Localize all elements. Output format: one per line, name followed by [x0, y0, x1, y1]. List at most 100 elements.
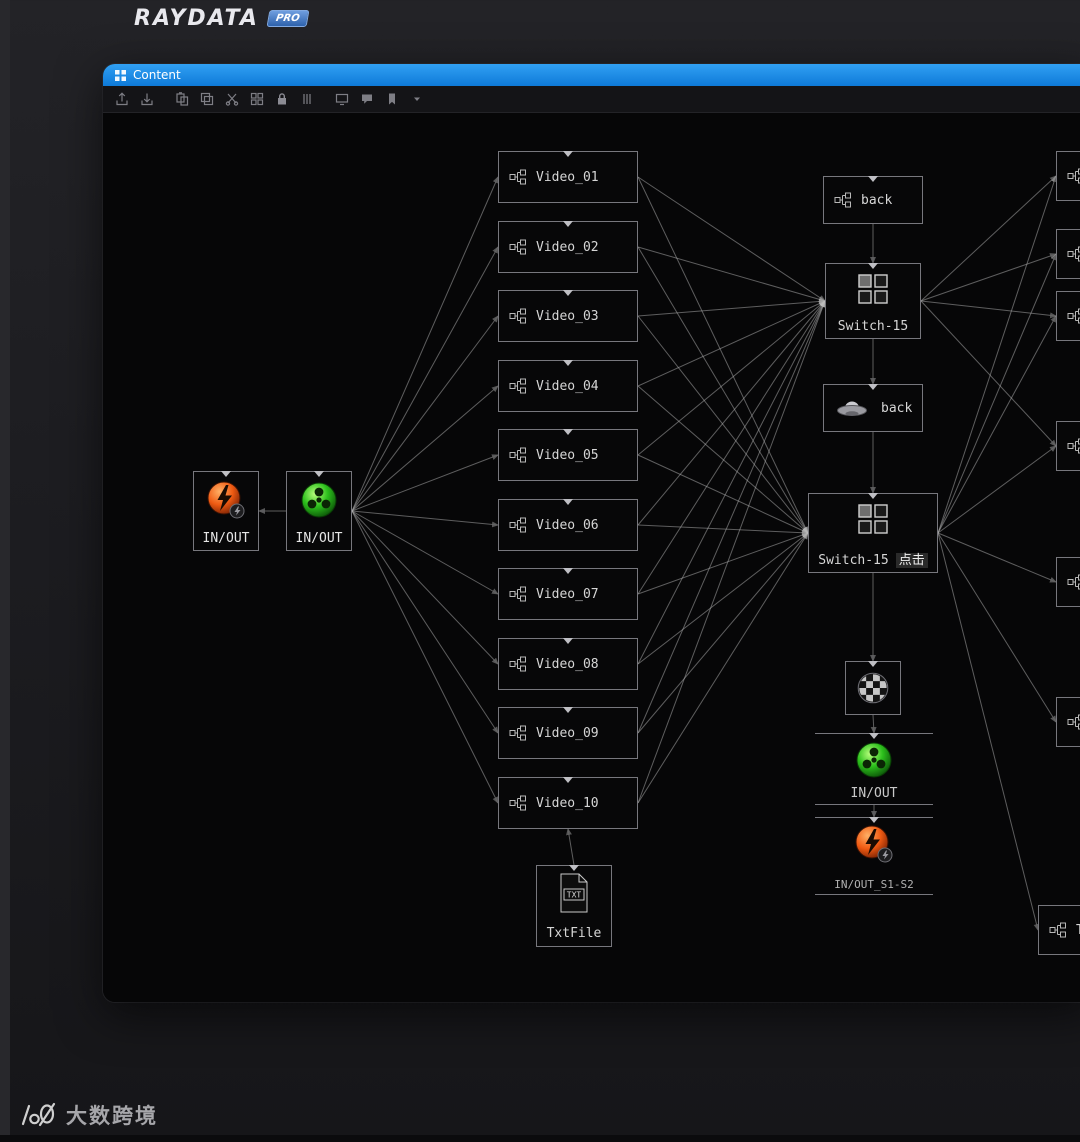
node-video_10[interactable]: Video_10 — [498, 777, 638, 829]
node-p4[interactable] — [1056, 421, 1080, 471]
ufo-icon — [834, 397, 870, 419]
hierarchy-icon — [509, 725, 527, 741]
node-video_08[interactable]: Video_08 — [498, 638, 638, 690]
checker-icon — [854, 669, 892, 707]
bookmark-icon[interactable] — [384, 91, 400, 107]
node-label: IN/OUT — [850, 786, 898, 801]
switch-grid-icon — [857, 273, 889, 305]
node-back_top[interactable]: back — [823, 176, 923, 224]
txt-file-icon: TXT — [557, 873, 591, 913]
hierarchy-icon — [509, 517, 527, 533]
node-checker[interactable] — [845, 661, 901, 715]
hierarchy-icon — [1067, 308, 1080, 324]
node-switch15_click[interactable]: Switch-15 点击 — [808, 493, 938, 573]
hierarchy-icon — [509, 239, 527, 255]
hierarchy-icon — [1067, 714, 1080, 730]
watermark-logo — [21, 1102, 56, 1127]
power-green-icon — [298, 479, 340, 521]
node-p2[interactable] — [1056, 229, 1080, 279]
node-video_09[interactable]: Video_09 — [498, 707, 638, 759]
hierarchy-icon — [1067, 438, 1080, 454]
hierarchy-icon — [509, 169, 527, 185]
node-label: Video_06 — [536, 517, 599, 533]
node-canvas[interactable]: IN/OUT IN/OUT Video_01 Video_02 Video_03 Vide… — [103, 113, 1080, 1002]
node-back_ufo[interactable]: back — [823, 384, 923, 432]
watermark-text: 大数跨境 — [66, 1104, 158, 1128]
pro-badge: PRO — [266, 10, 309, 27]
node-label: back — [861, 192, 893, 208]
left-edge-strip — [0, 0, 10, 1142]
node-label: back — [881, 400, 913, 416]
switch-grid-icon — [857, 503, 889, 535]
power-green-icon — [853, 739, 895, 781]
hierarchy-icon — [1067, 168, 1080, 184]
node-video_03[interactable]: Video_03 — [498, 290, 638, 342]
window-titlebar[interactable]: Content — [103, 64, 1080, 86]
node-p6[interactable] — [1056, 697, 1080, 747]
node-label: Video_09 — [536, 725, 599, 741]
node-video_05[interactable]: Video_05 — [498, 429, 638, 481]
node-label: Video_03 — [536, 308, 599, 324]
hierarchy-icon — [1067, 574, 1080, 590]
hierarchy-icon — [509, 378, 527, 394]
hierarchy-icon — [509, 586, 527, 602]
copy-icon[interactable] — [199, 91, 215, 107]
node-label: IN/OUT_S1-S2 — [834, 878, 914, 891]
node-inout_orange2[interactable]: IN/OUT_S1-S2 — [815, 817, 933, 895]
cut-icon[interactable] — [224, 91, 240, 107]
dropdown-arrow-icon[interactable] — [409, 91, 425, 107]
node-p7[interactable]: Txt — [1038, 905, 1080, 955]
node-label: Video_05 — [536, 447, 599, 463]
node-label: Switch-15 — [837, 319, 909, 334]
hierarchy-icon — [509, 308, 527, 324]
node-label: IN/OUT — [295, 531, 343, 546]
node-label: TxtFile — [546, 926, 602, 941]
node-video_07[interactable]: Video_07 — [498, 568, 638, 620]
content-window: Content IN/OUT IN/OUT Video_01 Video_02 Vide… — [103, 64, 1080, 1002]
comment-icon[interactable] — [359, 91, 375, 107]
node-inout_green2[interactable]: IN/OUT — [815, 733, 933, 805]
node-label: Video_07 — [536, 586, 599, 602]
power-orange-icon — [853, 823, 895, 865]
hierarchy-icon — [509, 656, 527, 672]
toolbar — [103, 86, 1080, 113]
node-p5[interactable] — [1056, 557, 1080, 607]
lock-icon[interactable] — [274, 91, 290, 107]
node-inout_orange[interactable]: IN/OUT — [193, 471, 259, 551]
nodes-layer: IN/OUT IN/OUT Video_01 Video_02 Video_03 Vide… — [103, 113, 1080, 1002]
hierarchy-icon — [1049, 922, 1067, 938]
import-icon[interactable] — [139, 91, 155, 107]
node-label: Video_08 — [536, 656, 599, 672]
align-icon[interactable] — [299, 91, 315, 107]
app-logo: RAYDATA — [134, 6, 259, 31]
hierarchy-icon — [1067, 246, 1080, 262]
window-title: Content — [133, 68, 181, 82]
node-video_01[interactable]: Video_01 — [498, 151, 638, 203]
node-inout_green[interactable]: IN/OUT — [286, 471, 352, 551]
node-label: Video_02 — [536, 239, 599, 255]
app-brand: RAYDATA PRO — [134, 6, 309, 31]
hierarchy-icon — [509, 447, 527, 463]
node-video_04[interactable]: Video_04 — [498, 360, 638, 412]
node-switch15[interactable]: Switch-15 — [825, 263, 921, 339]
node-label: IN/OUT — [202, 531, 250, 546]
watermark: 大数跨境 — [16, 1100, 158, 1130]
power-orange-icon — [205, 479, 247, 521]
node-p3[interactable] — [1056, 291, 1080, 341]
node-video_02[interactable]: Video_02 — [498, 221, 638, 273]
bottom-bar — [0, 1135, 1080, 1142]
paste-icon[interactable] — [174, 91, 190, 107]
display-icon[interactable] — [334, 91, 350, 107]
node-p1[interactable] — [1056, 151, 1080, 201]
node-label-tag: 点击 — [895, 553, 928, 568]
grid-icon[interactable] — [249, 91, 265, 107]
hierarchy-icon — [509, 795, 527, 811]
node-label: Txt — [1076, 922, 1080, 938]
node-video_06[interactable]: Video_06 — [498, 499, 638, 551]
node-label: Video_01 — [536, 169, 599, 185]
svg-text:TXT: TXT — [567, 891, 582, 900]
grid-icon — [115, 69, 126, 81]
node-txtfile[interactable]: TXT TxtFile — [536, 865, 612, 947]
export-icon[interactable] — [114, 91, 130, 107]
node-label: Switch-15 点击 — [818, 549, 928, 568]
